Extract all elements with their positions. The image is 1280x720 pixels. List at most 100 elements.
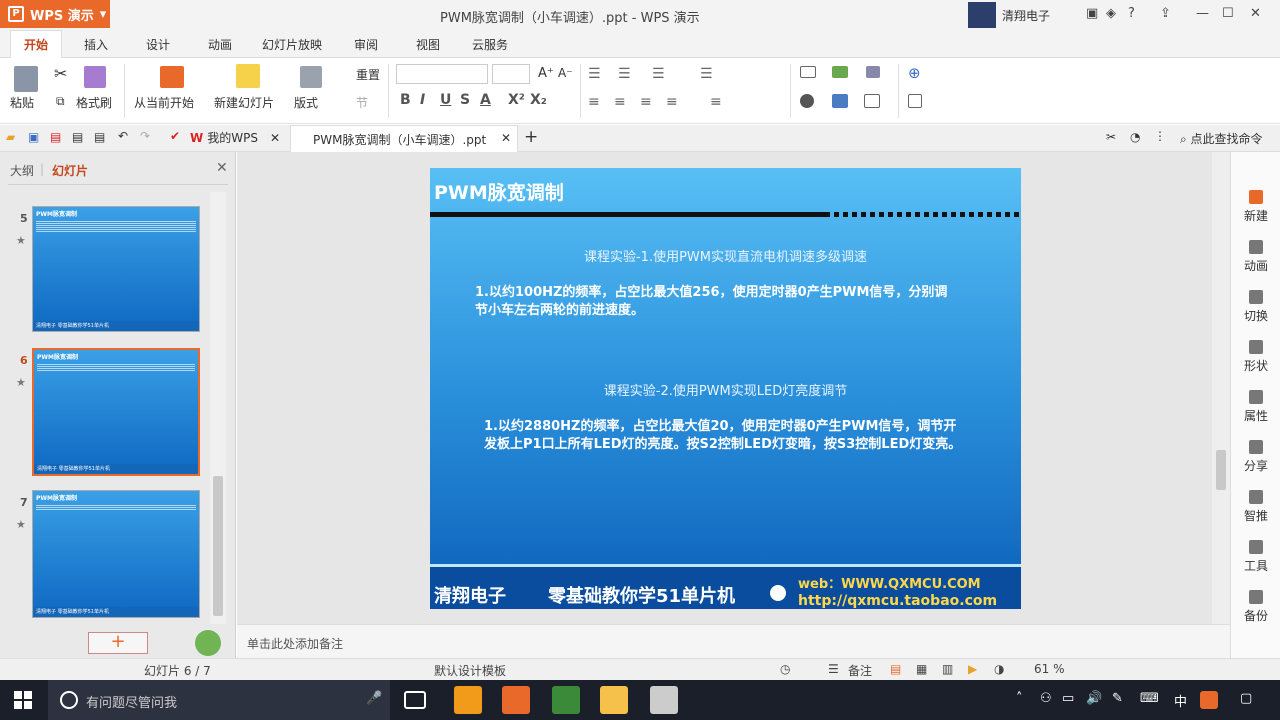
notes-toggle[interactable]: 备注 bbox=[848, 662, 872, 679]
align-left-icon[interactable]: ≡ bbox=[588, 94, 600, 110]
sidebar-properties[interactable]: 属性 bbox=[1231, 390, 1280, 424]
tab-slideshow[interactable]: 幻灯片放映 bbox=[262, 36, 322, 53]
pen-icon[interactable]: ✎ bbox=[1112, 691, 1123, 706]
slide-thumbnail[interactable]: PWM脉宽调制 清翔电子 零基础教你学51单片机 bbox=[32, 206, 200, 332]
minimize-button[interactable]: — bbox=[1196, 6, 1209, 21]
maximize-button[interactable]: ☐ bbox=[1222, 6, 1234, 21]
reading-view-icon[interactable]: ▥ bbox=[942, 662, 953, 676]
slide-thumbnail[interactable]: PWM脉宽调制 清翔电子 零基础教你学51单片机 bbox=[32, 490, 200, 618]
volume-icon[interactable]: 🔊 bbox=[1086, 691, 1102, 706]
user-account[interactable]: 清翔电子 bbox=[968, 2, 1050, 28]
cut-icon[interactable]: ✂ bbox=[54, 64, 67, 83]
tools-icon[interactable]: ✂ bbox=[1106, 130, 1116, 144]
thumbnail-scrollbar[interactable] bbox=[210, 192, 226, 624]
print-icon[interactable]: ▤ bbox=[72, 130, 83, 144]
align-center-icon[interactable]: ≡ bbox=[614, 94, 626, 110]
skin-icon[interactable]: ▣ bbox=[1086, 6, 1098, 21]
professor-app-icon[interactable] bbox=[552, 686, 580, 714]
open-folder-icon[interactable]: ▰ bbox=[6, 130, 15, 144]
fill-icon[interactable] bbox=[866, 66, 880, 78]
font-color-icon[interactable]: A bbox=[480, 92, 491, 108]
sidebar-animation[interactable]: 动画 bbox=[1231, 240, 1280, 274]
find-icon[interactable]: ⊕ bbox=[908, 64, 921, 82]
history-icon[interactable]: ◷ bbox=[780, 662, 790, 676]
picture-icon[interactable] bbox=[832, 66, 848, 78]
theme-icon[interactable]: ◑ bbox=[994, 662, 1004, 676]
file-explorer-icon[interactable] bbox=[600, 686, 628, 714]
wps-tray-icon[interactable] bbox=[1200, 691, 1218, 709]
tab-view[interactable]: 视图 bbox=[416, 36, 440, 53]
format-painter-button[interactable]: 格式刷 bbox=[76, 94, 112, 111]
close-button[interactable]: ✕ bbox=[1250, 6, 1261, 21]
preview-icon[interactable]: ▤ bbox=[94, 130, 105, 144]
font-size-select[interactable] bbox=[492, 64, 530, 84]
share-icon[interactable]: ◔ bbox=[1130, 130, 1140, 144]
underline-icon[interactable]: U bbox=[440, 92, 451, 108]
sidebar-share[interactable]: 分享 bbox=[1231, 440, 1280, 474]
undo-icon[interactable]: ↶ bbox=[118, 129, 128, 143]
add-slide-button[interactable]: + bbox=[88, 632, 148, 654]
tab-start[interactable]: 开始 bbox=[10, 30, 62, 58]
windows-start-icon[interactable] bbox=[14, 691, 32, 709]
tab-design[interactable]: 设计 bbox=[146, 36, 170, 53]
scrollbar-thumb[interactable] bbox=[213, 476, 223, 616]
textbox-icon[interactable] bbox=[800, 66, 816, 78]
sidebar-new[interactable]: 新建 bbox=[1231, 190, 1280, 224]
sidebar-backup[interactable]: 备份 bbox=[1231, 590, 1280, 624]
normal-view-icon[interactable]: ▤ bbox=[890, 662, 901, 676]
tab-insert[interactable]: 插入 bbox=[84, 36, 108, 53]
layout-button[interactable]: 版式 bbox=[294, 94, 318, 111]
shrink-font-icon[interactable]: A⁻ bbox=[558, 66, 573, 80]
help-icon[interactable]: ? bbox=[1128, 6, 1135, 21]
close-panel-icon[interactable]: ✕ bbox=[216, 160, 228, 176]
justify-icon[interactable]: ≡ bbox=[666, 94, 678, 110]
sidebar-tools[interactable]: 工具 bbox=[1231, 540, 1280, 574]
browser-icon[interactable] bbox=[454, 686, 482, 714]
copy-icon[interactable]: ⧉ bbox=[56, 94, 65, 109]
select-icon[interactable] bbox=[908, 94, 922, 108]
tab-outline[interactable]: 大纲 bbox=[10, 162, 34, 179]
bullets-icon[interactable]: ☰ bbox=[588, 66, 601, 82]
subscript-icon[interactable]: X₂ bbox=[530, 92, 547, 108]
app-menu-button[interactable]: P WPS 演示 ▾ bbox=[0, 0, 110, 28]
wps-presentation-icon[interactable] bbox=[502, 686, 530, 714]
tab-slides[interactable]: 幻灯片 bbox=[52, 162, 88, 179]
numbering-icon[interactable]: ☰ bbox=[618, 66, 631, 82]
notification-icon[interactable]: ⚇ bbox=[1040, 691, 1052, 706]
tab-animation[interactable]: 动画 bbox=[208, 36, 232, 53]
customize-icon[interactable]: ✔ bbox=[170, 129, 180, 143]
outline-icon[interactable] bbox=[864, 94, 880, 108]
align-right-icon[interactable]: ≡ bbox=[640, 94, 652, 110]
notes-toggle-icon[interactable]: ☰ bbox=[828, 662, 839, 676]
tab-my-wps[interactable]: W 我的WPS ✕ bbox=[190, 129, 280, 146]
sorter-view-icon[interactable]: ▦ bbox=[916, 662, 927, 676]
close-tab-icon[interactable]: ✕ bbox=[270, 131, 280, 145]
from-current-button[interactable]: 从当前开始 bbox=[134, 94, 194, 111]
current-slide[interactable]: PWM脉宽调制 课程实验-1.使用PWM实现直流电机调速多级调速 1.以约100… bbox=[430, 168, 1021, 609]
calculator-icon[interactable] bbox=[650, 686, 678, 714]
paste-button[interactable]: 粘贴 bbox=[10, 94, 34, 111]
task-view-icon[interactable] bbox=[404, 691, 426, 709]
tab-review[interactable]: 审阅 bbox=[354, 36, 378, 53]
new-tab-icon[interactable]: + bbox=[524, 127, 538, 147]
arrange-icon[interactable] bbox=[832, 94, 848, 108]
line-spacing-icon[interactable]: ☰ bbox=[700, 66, 713, 82]
bold-icon[interactable]: B bbox=[400, 92, 411, 108]
canvas-scrollbar[interactable] bbox=[1212, 152, 1230, 624]
strikethrough-icon[interactable]: S bbox=[460, 92, 470, 108]
italic-icon[interactable]: I bbox=[420, 92, 425, 108]
reset-button[interactable]: 重置 bbox=[356, 66, 380, 83]
close-tab-icon[interactable]: ✕ bbox=[501, 131, 511, 145]
scrollbar-thumb[interactable] bbox=[1216, 450, 1226, 490]
feedback-icon[interactable]: ◈ bbox=[1106, 6, 1116, 21]
sidebar-recommend[interactable]: 智推 bbox=[1231, 490, 1280, 524]
sidebar-transition[interactable]: 切换 bbox=[1231, 290, 1280, 324]
paragraph-icon[interactable]: ≡ bbox=[710, 94, 722, 110]
grow-font-icon[interactable]: A⁺ bbox=[538, 66, 554, 81]
notes-pane[interactable]: 单击此处添加备注 bbox=[237, 624, 1230, 658]
sidebar-shapes[interactable]: 形状 bbox=[1231, 340, 1280, 374]
restore-ribbon-icon[interactable]: ⇪ bbox=[1160, 6, 1171, 21]
pdf-icon[interactable]: ▤ bbox=[50, 130, 61, 144]
font-name-select[interactable] bbox=[396, 64, 488, 84]
slideshow-icon[interactable]: ▶ bbox=[968, 662, 977, 676]
